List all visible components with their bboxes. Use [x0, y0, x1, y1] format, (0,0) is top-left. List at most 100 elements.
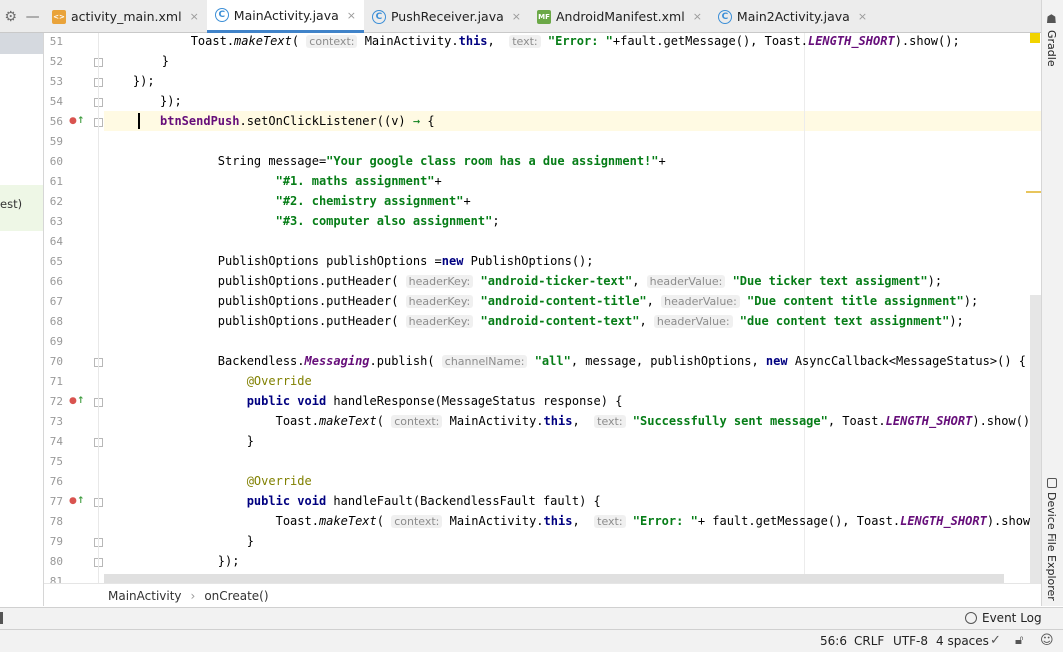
breadcrumb-method[interactable]: onCreate(): [204, 589, 268, 603]
code-line[interactable]: publishOptions.putHeader( headerKey: "an…: [160, 311, 964, 332]
override-marker-icon[interactable]: ●↑: [69, 116, 84, 126]
xml-file-icon: <>: [52, 9, 66, 24]
param-hint: headerValue:: [653, 315, 733, 328]
tab-main2-activity-java[interactable]: C Main2Activity.java ×: [710, 0, 875, 33]
tab-activity-main-xml[interactable]: <> activity_main.xml ×: [44, 0, 207, 33]
line-number: 72: [49, 395, 63, 408]
code-line[interactable]: "#2. chemistry assignment"+: [160, 191, 471, 211]
highlighted-tree-row[interactable]: est): [0, 185, 43, 231]
inspector-person-icon[interactable]: ☺: [1040, 633, 1054, 648]
close-tab-icon[interactable]: ×: [858, 10, 867, 23]
vertical-scrollbar[interactable]: [1030, 295, 1041, 585]
param-hint: text:: [594, 515, 626, 528]
tab-list: <> activity_main.xml × C MainActivity.ja…: [44, 0, 875, 33]
settings-gear-icon[interactable]: ⚙: [4, 9, 17, 25]
text-caret: [138, 113, 140, 129]
code-line[interactable]: });: [104, 71, 155, 91]
event-log-icon: [965, 612, 977, 624]
param-hint: context:: [306, 35, 358, 48]
code-line[interactable]: Backendless.Messaging.publish( channelNa…: [160, 351, 1026, 372]
line-number: 54: [49, 95, 63, 108]
breadcrumb-class[interactable]: MainActivity: [108, 589, 182, 603]
caret-position[interactable]: 56:6: [820, 634, 847, 648]
manifest-file-icon: MF: [536, 9, 551, 24]
project-panel-edge[interactable]: est): [0, 33, 44, 606]
override-marker-icon[interactable]: ●↑: [69, 396, 84, 406]
selected-tree-row[interactable]: [0, 33, 43, 54]
line-number: 63: [49, 215, 63, 228]
indent-setting[interactable]: 4 spaces: [936, 634, 989, 648]
breadcrumb: MainActivity › onCreate(): [44, 583, 1041, 607]
minimize-icon[interactable]: —: [26, 9, 40, 25]
param-hint: text:: [509, 35, 541, 48]
code-line[interactable]: "#1. maths assignment"+: [160, 171, 442, 191]
code-line[interactable]: Toast.makeText( context: MainActivity.th…: [160, 411, 1037, 432]
file-encoding[interactable]: UTF-8: [893, 634, 928, 648]
code-line[interactable]: }: [160, 431, 254, 451]
gutter-divider: [98, 33, 99, 583]
event-log-label: Event Log: [982, 611, 1042, 625]
tool-edge-marker[interactable]: [0, 612, 3, 624]
code-line[interactable]: @Override: [160, 371, 312, 391]
param-hint: text:: [594, 415, 626, 428]
code-line[interactable]: }: [160, 531, 254, 551]
inspection-check-icon[interactable]: ✓: [990, 633, 1001, 648]
gradle-elephant-icon[interactable]: ☗: [1046, 12, 1057, 26]
tab-push-receiver-java[interactable]: C PushReceiver.java ×: [364, 0, 529, 33]
line-number: 60: [49, 155, 63, 168]
code-line[interactable]: publishOptions.putHeader( headerKey: "an…: [160, 271, 942, 292]
code-line[interactable]: btnSendPush.setOnClickListener((v) → {: [160, 111, 435, 131]
tab-main-activity-java[interactable]: C MainActivity.java ×: [206, 0, 364, 33]
editor-tab-bar: ⚙ — <> activity_main.xml × C MainActivit…: [0, 0, 1063, 33]
java-class-icon: C: [214, 8, 229, 22]
device-file-explorer-button[interactable]: Device File Explorer: [1045, 492, 1058, 601]
status-bar: 56:6 CRLF UTF-8 4 spaces ✓ 🔓︎ ☺: [0, 629, 1063, 652]
line-number: 64: [49, 235, 63, 248]
line-number: 76: [49, 475, 63, 488]
param-hint: headerKey:: [405, 315, 474, 328]
line-number: 69: [49, 335, 63, 348]
close-tab-icon[interactable]: ×: [347, 9, 356, 22]
tab-label: PushReceiver.java: [390, 9, 504, 24]
code-line[interactable]: publishOptions.putHeader( headerKey: "an…: [160, 291, 978, 312]
code-line[interactable]: "#3. computer also assignment";: [160, 211, 500, 231]
device-icon[interactable]: [1047, 478, 1057, 488]
code-line[interactable]: @Override: [160, 471, 312, 491]
param-hint: headerKey:: [405, 275, 474, 288]
gradle-tool-button[interactable]: Gradle: [1045, 30, 1058, 67]
param-hint: context:: [391, 515, 443, 528]
tab-label: MainActivity.java: [233, 7, 339, 23]
editor-gutter[interactable]: 51 52 53 54 56 59 60 61 62 63 64 65 66 6…: [44, 33, 104, 588]
code-line[interactable]: Toast.makeText( context: MainActivity.th…: [104, 33, 960, 52]
line-number: 61: [49, 175, 63, 188]
code-line[interactable]: });: [160, 551, 240, 571]
horizontal-scrollbar[interactable]: [104, 574, 1004, 583]
close-tab-icon[interactable]: ×: [693, 10, 702, 23]
warning-marker[interactable]: [1030, 33, 1040, 43]
line-number: 70: [49, 355, 63, 368]
tab-label: Main2Activity.java: [736, 9, 850, 24]
code-line[interactable]: });: [160, 91, 182, 111]
tab-android-manifest-xml[interactable]: MF AndroidManifest.xml ×: [529, 0, 710, 33]
event-log-button[interactable]: Event Log: [965, 611, 1042, 625]
code-line[interactable]: PublishOptions publishOptions =new Publi…: [160, 251, 594, 271]
line-separator[interactable]: CRLF: [854, 634, 884, 648]
line-number: 71: [49, 375, 63, 388]
override-marker-icon[interactable]: ●↑: [69, 496, 84, 506]
line-number: 53: [49, 75, 63, 88]
code-line[interactable]: String message="Your google class room h…: [160, 151, 666, 171]
tab-label: AndroidManifest.xml: [555, 9, 685, 24]
lock-icon[interactable]: 🔓︎: [1015, 633, 1023, 648]
code-line[interactable]: Toast.makeText( context: MainActivity.th…: [160, 511, 1041, 532]
change-marker[interactable]: [1026, 191, 1041, 193]
param-hint: headerValue:: [646, 275, 726, 288]
close-tab-icon[interactable]: ×: [190, 10, 199, 23]
close-tab-icon[interactable]: ×: [512, 10, 521, 23]
bottom-tool-bar: Event Log: [0, 607, 1063, 629]
code-line[interactable]: }: [104, 51, 169, 71]
code-line[interactable]: public void handleResponse(MessageStatus…: [160, 391, 623, 411]
code-editor[interactable]: Toast.makeText( context: MainActivity.th…: [104, 33, 1041, 583]
code-line[interactable]: public void handleFault(BackendlessFault…: [160, 491, 601, 511]
line-number: 73: [49, 415, 63, 428]
line-number: 56: [49, 115, 63, 128]
